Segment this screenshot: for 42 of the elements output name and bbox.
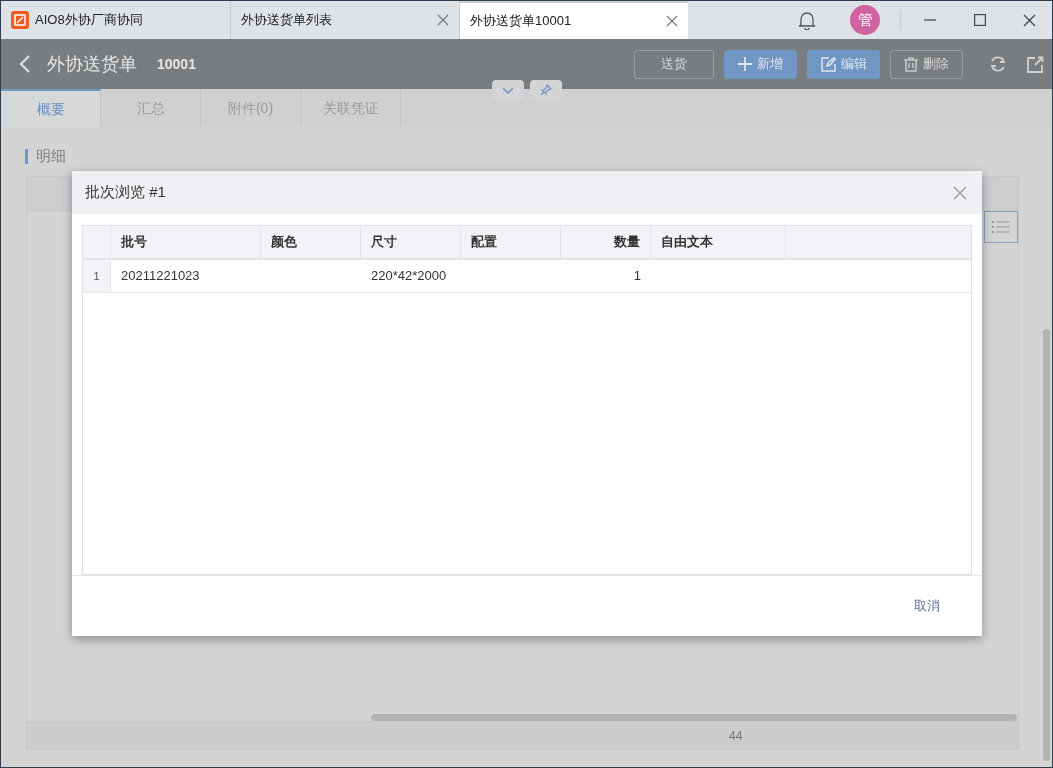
close-icon[interactable]: [1023, 13, 1036, 27]
close-icon[interactable]: [437, 14, 449, 26]
edit-icon: [820, 56, 836, 72]
column-header[interactable]: 自由文本: [651, 226, 786, 258]
table-cell-text: 220*42*2000: [370, 267, 448, 286]
back-icon[interactable]: [19, 54, 31, 74]
column-header[interactable]: 批号: [111, 226, 261, 258]
page-title: 外协送货单: [47, 52, 137, 76]
section-title: 明细: [36, 146, 66, 166]
horizontal-scrollbar[interactable]: [371, 714, 1017, 721]
pin-icon: [540, 84, 552, 96]
table-cell-text: 1: [632, 267, 642, 286]
dialog-title: 批次浏览 #1: [85, 182, 166, 203]
trash-icon: [904, 56, 918, 72]
app-logo-icon: [11, 11, 29, 29]
action-button[interactable]: 送货: [634, 49, 714, 79]
action-button[interactable]: 删除: [890, 49, 963, 79]
cancel-button[interactable]: 取消: [910, 596, 944, 616]
close-icon[interactable]: [666, 15, 678, 27]
total-value: 44: [729, 727, 743, 745]
column-header[interactable]: 配置: [461, 226, 561, 258]
tab-label: 外协送货单列表: [241, 11, 332, 30]
chevron-down-icon: [502, 86, 514, 94]
pin-button[interactable]: [530, 80, 562, 100]
maximize-icon[interactable]: [974, 14, 986, 26]
tab-label: AIO8外协厂商协同: [35, 11, 143, 30]
user-avatar[interactable]: 管: [850, 5, 880, 35]
tab-label: 外协送货单10001: [470, 12, 572, 31]
export-icon[interactable]: [1027, 55, 1044, 73]
vertical-scrollbar[interactable]: [1043, 329, 1050, 761]
collapse-button[interactable]: [492, 80, 524, 100]
column-header[interactable]: 颜色: [261, 226, 361, 258]
column-header[interactable]: 数量: [561, 226, 651, 258]
document-number: 10001: [157, 54, 196, 74]
refresh-icon[interactable]: [989, 55, 1007, 73]
list-icon[interactable]: [984, 211, 1018, 243]
bell-icon[interactable]: [798, 10, 816, 30]
column-header[interactable]: 尺寸: [361, 226, 461, 258]
window-tab[interactable]: 外协送货单10001: [459, 1, 688, 39]
table-cell-text: 20211221023: [120, 267, 201, 286]
row-number: 1: [83, 260, 111, 292]
plus-icon: [738, 57, 752, 71]
